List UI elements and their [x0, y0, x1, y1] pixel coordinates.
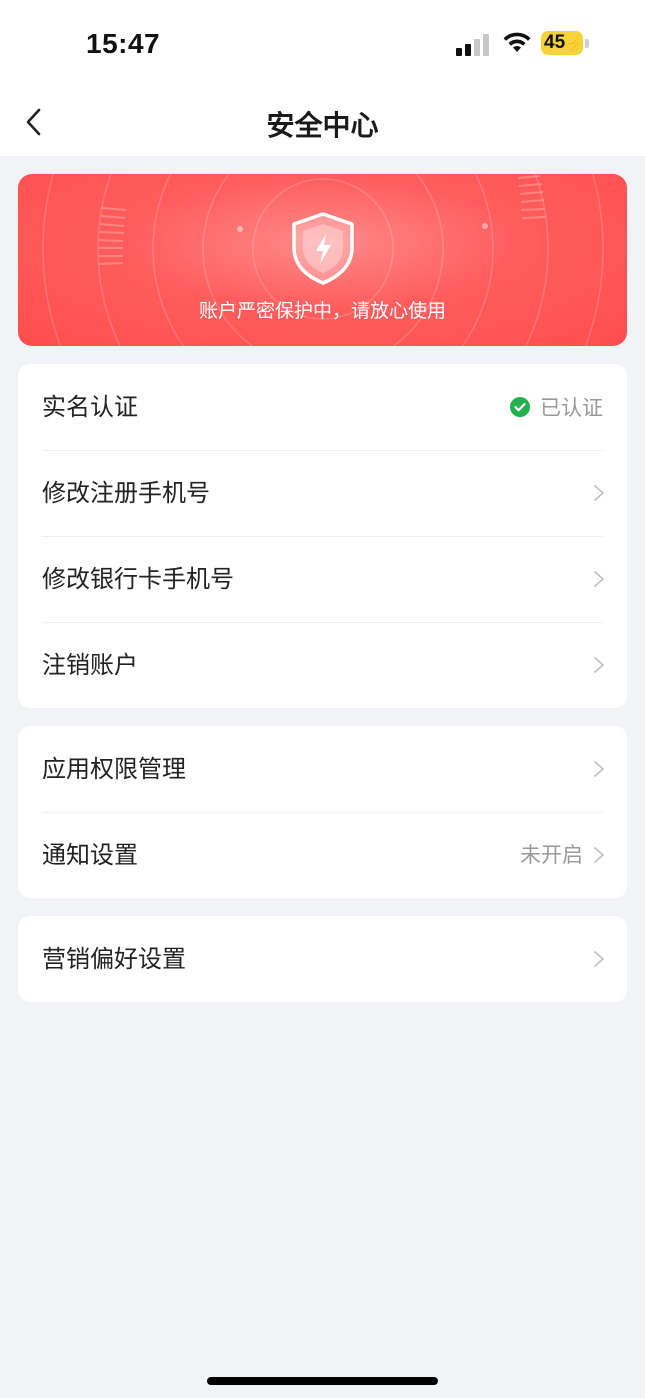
- home-indicator: [207, 1377, 438, 1385]
- row-change-registered-phone[interactable]: 修改注册手机号: [18, 450, 627, 536]
- banner-text: 账户严密保护中，请放心使用: [198, 300, 446, 322]
- nav-bar: 安全中心: [0, 88, 645, 156]
- row-change-bank-card-phone[interactable]: 修改银行卡手机号: [18, 536, 627, 622]
- verified-label: 已认证: [540, 396, 603, 420]
- status-time: 15:47: [86, 28, 161, 59]
- page-title: 安全中心: [266, 109, 379, 142]
- row-label: 注销账户: [42, 651, 138, 679]
- chevron-right-icon: [594, 485, 604, 501]
- row-close-account[interactable]: 注销账户: [18, 622, 627, 708]
- chevron-right-icon: [594, 657, 604, 673]
- marketing-settings-card: 营销偏好设置: [18, 916, 627, 1002]
- row-label: 营销偏好设置: [42, 945, 186, 973]
- chevron-right-icon: [594, 847, 604, 863]
- notification-status: 未开启: [520, 843, 583, 867]
- row-label: 通知设置: [42, 841, 138, 869]
- row-label: 修改银行卡手机号: [42, 565, 234, 593]
- chevron-right-icon: [594, 951, 604, 967]
- battery-level: 45: [544, 32, 566, 53]
- battery-cap: [585, 39, 589, 48]
- wifi-icon: [503, 32, 531, 52]
- row-notification-settings[interactable]: 通知设置 未开启: [18, 812, 627, 898]
- chevron-right-icon: [594, 761, 604, 777]
- row-label: 应用权限管理: [42, 755, 186, 783]
- status-bar: 15:47 45⚡: [0, 0, 645, 88]
- permission-settings-card: 应用权限管理 通知设置 未开启: [18, 726, 627, 898]
- row-label: 修改注册手机号: [42, 479, 210, 507]
- row-label: 实名认证: [42, 393, 138, 421]
- verified-status: 已认证: [510, 364, 603, 450]
- security-banner: 账户严密保护中，请放心使用: [18, 174, 627, 346]
- row-marketing-preferences[interactable]: 营销偏好设置: [18, 916, 627, 1002]
- check-circle-icon: [510, 397, 530, 417]
- cellular-signal-icon: [456, 32, 492, 56]
- row-app-permissions[interactable]: 应用权限管理: [18, 726, 627, 812]
- shield-icon: [292, 212, 354, 285]
- row-real-name-verification[interactable]: 实名认证 已认证: [18, 364, 627, 450]
- battery-icon: 45⚡: [541, 31, 584, 55]
- account-settings-card: 实名认证 已认证 修改注册手机号 修改银行卡手机号 注销账户: [18, 364, 627, 708]
- chevron-right-icon: [594, 571, 604, 587]
